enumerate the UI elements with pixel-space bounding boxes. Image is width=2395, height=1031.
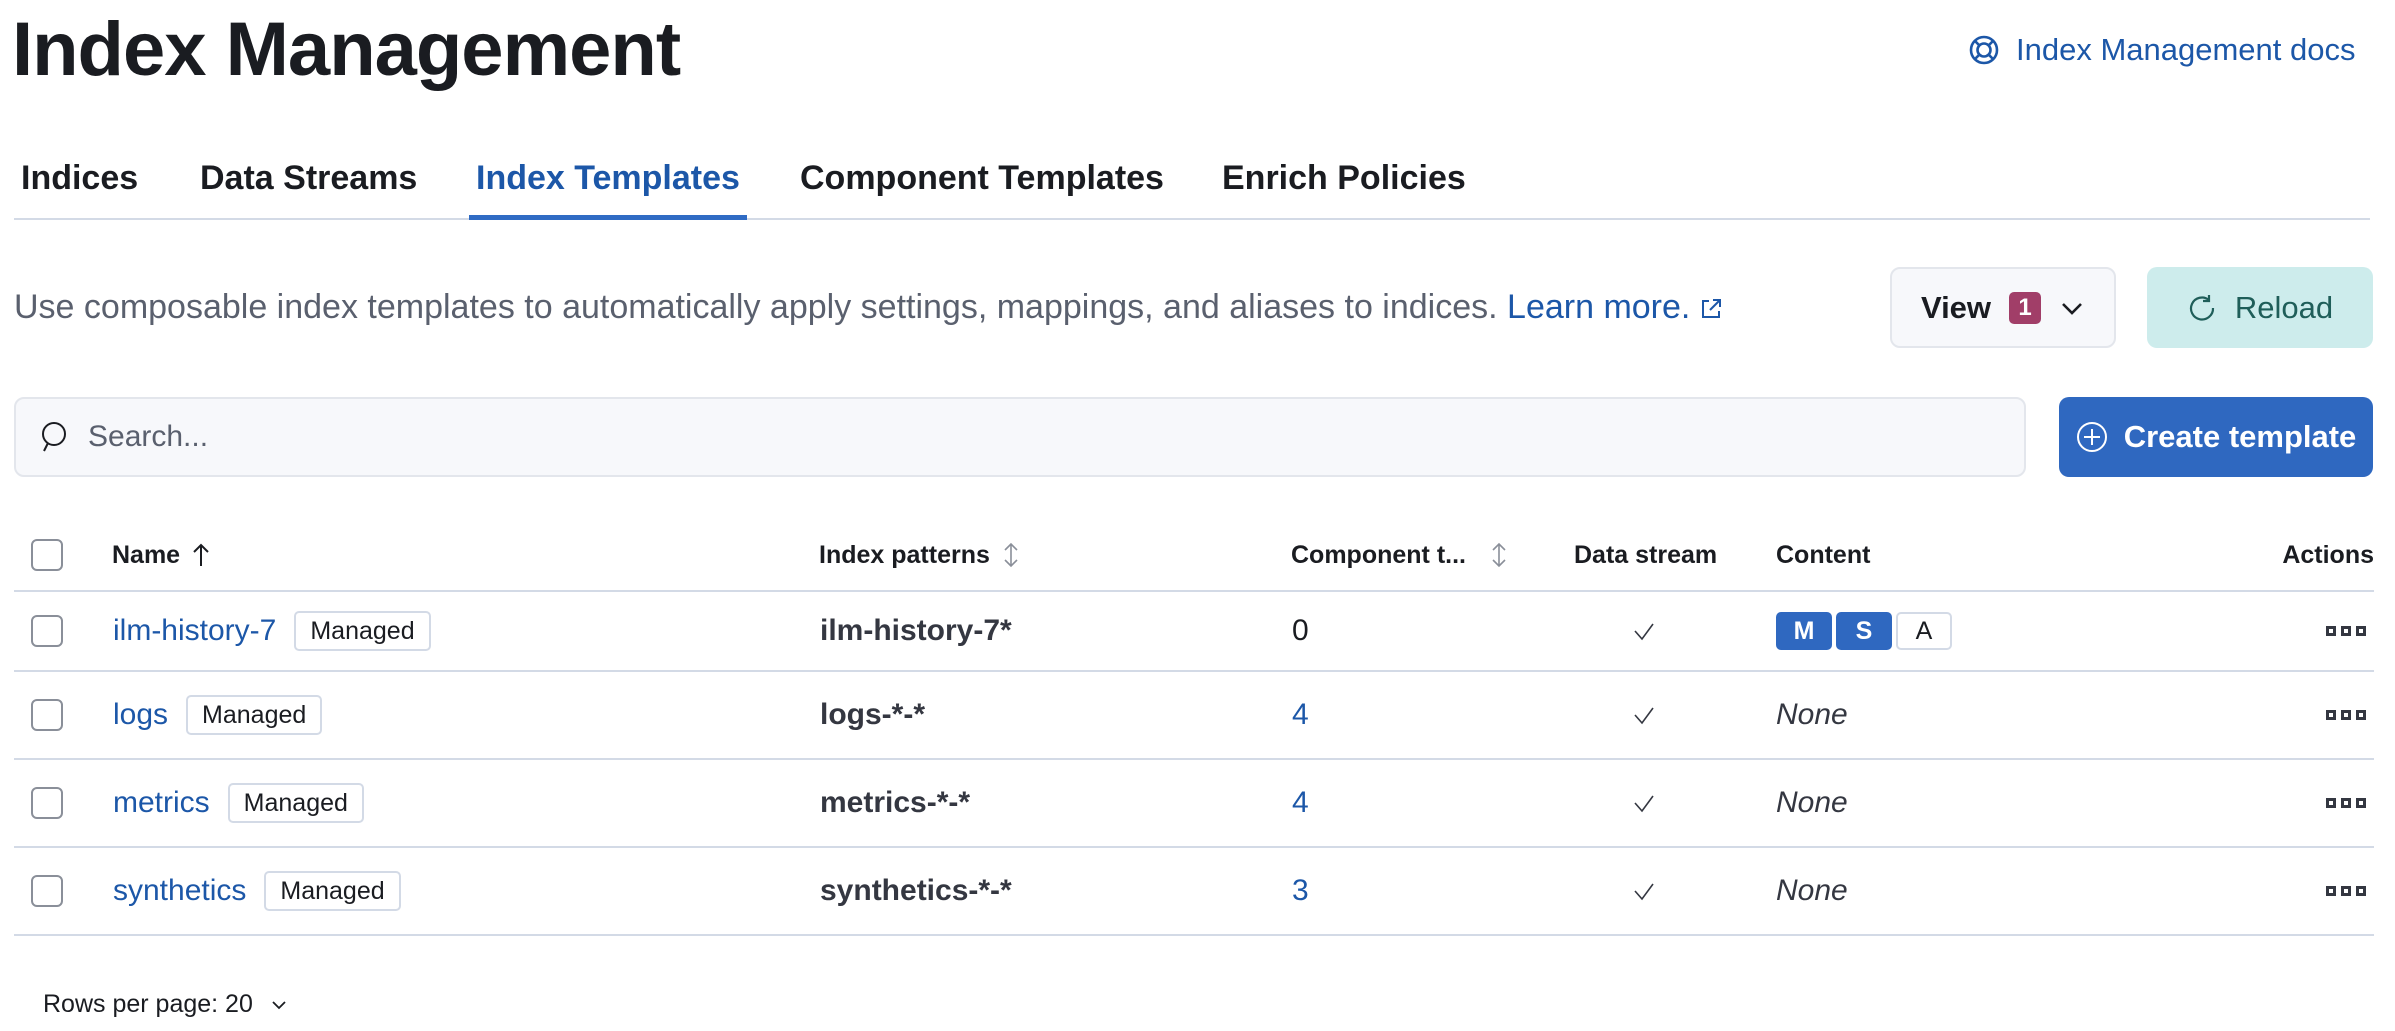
- row-actions-button[interactable]: [2326, 791, 2366, 815]
- column-header-name[interactable]: Name: [112, 520, 212, 590]
- tab-data-streams[interactable]: Data Streams: [193, 150, 424, 218]
- index-pattern: logs-*-*: [820, 698, 925, 731]
- template-name-link[interactable]: synthetics: [113, 874, 246, 908]
- index-pattern: ilm-history-7*: [820, 614, 1012, 647]
- column-header-data-stream: Data stream: [1574, 540, 1718, 569]
- table-row: metrics Managed metrics-*-* 4 None: [14, 760, 2374, 848]
- component-templates-count[interactable]: 3: [1292, 874, 1309, 908]
- chevron-down-icon: [272, 1000, 286, 1009]
- docs-link[interactable]: Index Management docs: [1968, 30, 2356, 70]
- dot-icon: [2341, 798, 2351, 808]
- description-text: Use composable index templates to automa…: [14, 288, 1498, 326]
- table-row: ilm-history-7 Managed ilm-history-7* 0 M S A: [14, 592, 2374, 672]
- column-header-actions: Actions: [2282, 540, 2374, 569]
- dot-icon: [2341, 626, 2351, 636]
- row-checkbox[interactable]: [31, 875, 63, 907]
- content-badge-s[interactable]: S: [1836, 612, 1892, 650]
- tab-component-templates[interactable]: Component Templates: [793, 150, 1171, 218]
- refresh-icon: [2189, 294, 2214, 321]
- dot-icon: [2326, 886, 2336, 896]
- check-icon: [1634, 623, 1654, 641]
- row-actions-button[interactable]: [2326, 879, 2366, 903]
- page-title: Index Management: [12, 7, 681, 92]
- content-badge-a[interactable]: A: [1896, 612, 1952, 650]
- dot-icon: [2341, 710, 2351, 720]
- view-count-badge: 1: [2009, 291, 2042, 324]
- tab-indices[interactable]: Indices: [14, 150, 145, 218]
- component-templates-count[interactable]: 4: [1292, 786, 1309, 820]
- sortable-icon: [1004, 542, 1018, 568]
- sortable-icon: [1492, 542, 1506, 568]
- dot-icon: [2356, 626, 2366, 636]
- search-field: [14, 397, 2026, 477]
- view-label: View: [1920, 289, 1992, 325]
- managed-badge: Managed: [186, 695, 323, 735]
- component-templates-count: 0: [1292, 614, 1309, 647]
- help-lifebuoy-icon: [1969, 35, 1999, 65]
- managed-badge: Managed: [227, 783, 364, 823]
- learn-more-link[interactable]: Learn more.: [1507, 288, 1722, 326]
- reload-label: Reload: [2234, 289, 2334, 325]
- row-checkbox[interactable]: [31, 615, 63, 647]
- dot-icon: [2356, 710, 2366, 720]
- check-icon: [1634, 707, 1654, 725]
- check-icon: [1634, 795, 1654, 813]
- table-header: Name Index patterns Component t... Data …: [14, 520, 2374, 592]
- column-header-content: Content: [1776, 540, 1871, 569]
- template-name-link[interactable]: metrics: [113, 786, 210, 820]
- row-checkbox[interactable]: [31, 787, 63, 819]
- external-link-icon: [1702, 299, 1722, 318]
- rows-per-page-label: Rows per page: 20: [43, 990, 253, 1018]
- table-row: logs Managed logs-*-* 4 None: [14, 672, 2374, 760]
- sort-ascending-icon: [193, 543, 209, 566]
- search-icon: [42, 422, 66, 452]
- content-none: None: [1776, 698, 1848, 731]
- column-index-patterns-label: Index patterns: [819, 540, 990, 569]
- index-pattern: synthetics-*-*: [820, 874, 1012, 907]
- page-description: Use composable index templates to automa…: [14, 286, 1722, 328]
- column-name-label: Name: [112, 540, 181, 569]
- dot-icon: [2326, 626, 2336, 636]
- templates-table: Name Index patterns Component t... Data …: [14, 520, 2374, 936]
- select-all-checkbox[interactable]: [31, 539, 63, 571]
- rows-per-page-selector[interactable]: Rows per page: 20: [43, 990, 289, 1019]
- view-button[interactable]: View 1: [1890, 267, 2116, 348]
- plus-in-circle-icon: [2076, 422, 2107, 452]
- dot-icon: [2356, 798, 2366, 808]
- dot-icon: [2356, 886, 2366, 896]
- row-actions-button[interactable]: [2326, 619, 2366, 643]
- docs-link-label: Index Management docs: [2016, 32, 2356, 67]
- tab-bar: Indices Data Streams Index Templates Com…: [14, 150, 2370, 220]
- dot-icon: [2341, 886, 2351, 896]
- chevron-down-icon: [2062, 302, 2082, 315]
- create-template-label: Create template: [2123, 419, 2357, 454]
- check-icon: [1634, 883, 1654, 901]
- create-template-button[interactable]: Create template: [2059, 397, 2373, 477]
- column-header-index-patterns[interactable]: Index patterns: [819, 520, 1022, 590]
- component-templates-count[interactable]: 4: [1292, 698, 1309, 732]
- content-badge-m[interactable]: M: [1776, 612, 1832, 650]
- learn-more-label: Learn more.: [1507, 288, 1691, 326]
- dot-icon: [2326, 798, 2336, 808]
- managed-badge: Managed: [264, 871, 401, 911]
- tab-enrich-policies[interactable]: Enrich Policies: [1215, 150, 1473, 218]
- tab-index-templates[interactable]: Index Templates: [469, 150, 747, 220]
- row-actions-button[interactable]: [2326, 703, 2366, 727]
- table-row: synthetics Managed synthetics-*-* 3 None: [14, 848, 2374, 936]
- row-checkbox[interactable]: [31, 699, 63, 731]
- reload-button[interactable]: Reload: [2147, 267, 2373, 348]
- content-none: None: [1776, 786, 1848, 819]
- template-name-link[interactable]: logs: [113, 698, 168, 732]
- dot-icon: [2326, 710, 2336, 720]
- search-input[interactable]: [88, 399, 2024, 475]
- content-none: None: [1776, 874, 1848, 907]
- index-pattern: metrics-*-*: [820, 786, 971, 819]
- column-component-templates-label: Component t...: [1291, 540, 1466, 569]
- column-header-component-templates[interactable]: Component t...: [1291, 520, 1510, 590]
- managed-badge: Managed: [294, 611, 431, 651]
- template-name-link[interactable]: ilm-history-7: [113, 614, 276, 648]
